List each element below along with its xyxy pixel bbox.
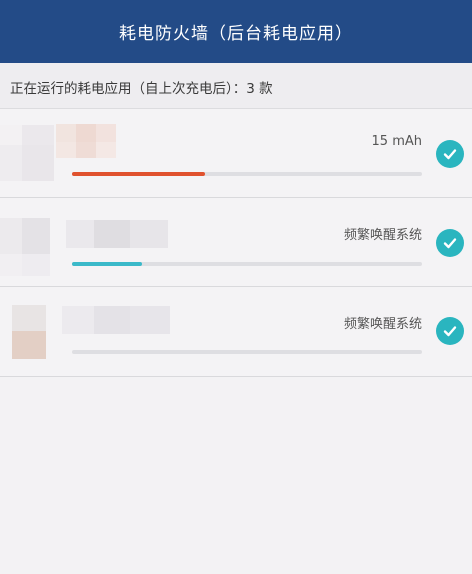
running-apps-summary: 正在运行的耗电应用（自上次充电后）：3 款 — [0, 63, 472, 109]
app-icon — [12, 305, 46, 359]
select-checkbox[interactable] — [436, 317, 464, 345]
power-usage-value: 15 mAh — [371, 134, 422, 149]
app-row[interactable]: 15 mAh — [0, 109, 472, 198]
select-checkbox[interactable] — [436, 140, 464, 168]
power-usage-value: 频繁唤醒系统 — [343, 228, 422, 243]
page-title: 耗电防火墙（后台耗电应用） — [119, 24, 353, 44]
app-icon — [0, 125, 54, 181]
usage-progress-bar — [72, 350, 422, 354]
app-name — [62, 306, 170, 336]
usage-progress-bar — [72, 172, 422, 176]
usage-progress-fill — [72, 172, 205, 176]
app-row[interactable]: 频繁唤醒系统 — [0, 198, 472, 287]
running-apps-count-label: 正在运行的耗电应用（自上次充电后）：3 款 — [10, 81, 273, 97]
power-usage-value: 频繁唤醒系统 — [343, 317, 422, 332]
app-name — [56, 124, 118, 160]
app-name — [66, 220, 168, 250]
app-icon — [0, 218, 50, 276]
select-checkbox[interactable] — [436, 229, 464, 257]
check-icon — [443, 326, 457, 337]
app-row[interactable]: 频繁唤醒系统 — [0, 287, 472, 377]
usage-progress-fill — [72, 262, 142, 266]
app-list: 15 mAh 频繁唤醒系统 频繁唤醒系统 — [0, 109, 472, 377]
title-bar: 耗电防火墙（后台耗电应用） — [0, 0, 472, 63]
usage-progress-bar — [72, 262, 422, 266]
check-icon — [443, 238, 457, 249]
check-icon — [443, 149, 457, 160]
battery-firewall-screen: 耗电防火墙（后台耗电应用） 正在运行的耗电应用（自上次充电后）：3 款 15 m… — [0, 0, 472, 574]
